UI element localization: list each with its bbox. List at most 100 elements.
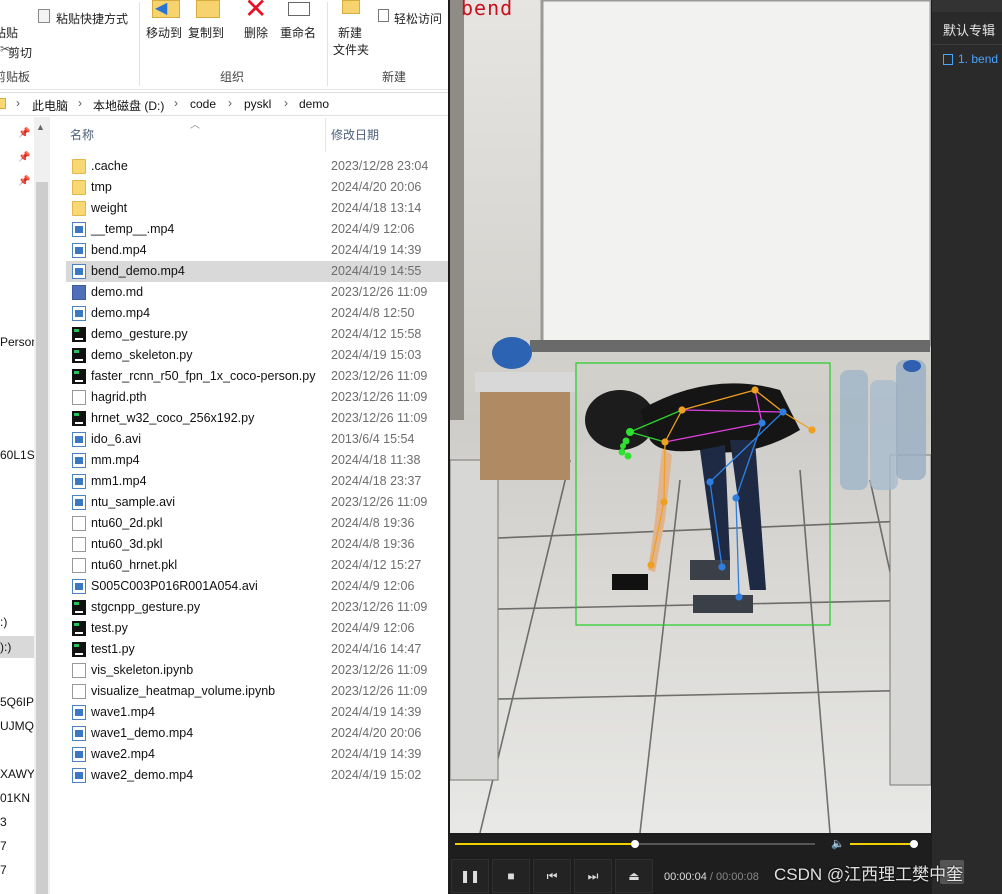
- seek-bar[interactable]: [455, 840, 815, 848]
- video-file-icon: [72, 768, 86, 783]
- generic-file-icon: [72, 390, 86, 405]
- paste-shortcut-button[interactable]: 粘贴快捷方式: [56, 10, 128, 27]
- playlist-tabs-strip[interactable]: [932, 0, 1002, 12]
- file-row[interactable]: ntu60_hrnet.pkl 2024/4/12 15:27: [66, 555, 448, 576]
- file-modified-date: 2024/4/18 11:38: [331, 453, 421, 467]
- file-row[interactable]: ido_6.avi 2013/6/4 15:54: [66, 429, 448, 450]
- file-row[interactable]: __temp__.mp4 2024/4/9 12:06: [66, 219, 448, 240]
- nav-scrollbar-thumb[interactable]: [36, 182, 48, 894]
- nav-item[interactable]: Person: [0, 335, 38, 349]
- file-row[interactable]: wave1_demo.mp4 2024/4/20 20:06: [66, 723, 448, 744]
- file-name: demo_gesture.py: [91, 327, 188, 341]
- file-row[interactable]: wave1.mp4 2024/4/19 14:39: [66, 702, 448, 723]
- nav-item[interactable]: 5Q6IP: [0, 695, 34, 709]
- file-row[interactable]: demo_skeleton.py 2024/4/19 15:03: [66, 345, 448, 366]
- next-button[interactable]: ⏭: [574, 859, 612, 893]
- file-row[interactable]: tmp 2024/4/20 20:06: [66, 177, 448, 198]
- clipboard-group-label: 剪贴板: [0, 70, 31, 84]
- video-file-icon: [943, 54, 953, 65]
- nav-item[interactable]: 60L1S: [0, 448, 35, 462]
- file-name: demo_skeleton.py: [91, 348, 193, 362]
- playlist-item-label: 1. bend: [958, 52, 999, 66]
- nav-item[interactable]: XAWY: [0, 767, 35, 781]
- file-row[interactable]: ntu60_3d.pkl 2024/4/8 19:36: [66, 534, 448, 555]
- file-row[interactable]: ntu_sample.avi 2023/12/26 11:09: [66, 492, 448, 513]
- file-row[interactable]: wave2.mp4 2024/4/19 14:39: [66, 744, 448, 765]
- nav-item[interactable]: 01KN: [0, 791, 30, 805]
- breadcrumb-item[interactable]: 本地磁盘 (D:): [93, 97, 164, 114]
- volume-icon[interactable]: 🔈: [831, 837, 845, 850]
- seek-bar-handle[interactable]: [631, 840, 639, 848]
- ribbon-separator: [327, 2, 328, 86]
- paste-button[interactable]: 粘贴: [0, 24, 18, 41]
- playlist-title[interactable]: 默认专辑: [943, 20, 995, 39]
- file-name: hrnet_w32_coco_256x192.py: [91, 411, 255, 425]
- copy-to-button[interactable]: 复制到: [188, 24, 224, 41]
- file-name: .cache: [91, 159, 128, 173]
- address-bar[interactable]: › 此电脑 › 本地磁盘 (D:) › code › pyskl › demo: [0, 92, 448, 116]
- column-separator[interactable]: [325, 118, 326, 152]
- stop-button[interactable]: ■: [492, 859, 530, 893]
- generic-file-icon: [72, 516, 86, 531]
- file-row[interactable]: bend.mp4 2024/4/19 14:39: [66, 240, 448, 261]
- pause-button[interactable]: ❚❚: [451, 859, 489, 893]
- previous-button[interactable]: ⏮: [533, 859, 571, 893]
- breadcrumb-item[interactable]: 此电脑: [32, 97, 68, 114]
- file-row[interactable]: stgcnpp_gesture.py 2023/12/26 11:09: [66, 597, 448, 618]
- file-row[interactable]: mm.mp4 2024/4/18 11:38: [66, 450, 448, 471]
- new-folder-button[interactable]: 新建: [338, 24, 362, 41]
- file-row[interactable]: demo_gesture.py 2024/4/12 15:58: [66, 324, 448, 345]
- file-row[interactable]: vis_skeleton.ipynb 2023/12/26 11:09: [66, 660, 448, 681]
- file-row[interactable]: .cache 2023/12/28 23:04: [66, 156, 448, 177]
- file-name: visualize_heatmap_volume.ipynb: [91, 684, 276, 698]
- file-row[interactable]: S005C003P016R001A054.avi 2024/4/9 12:06: [66, 576, 448, 597]
- file-modified-date: 2023/12/26 11:09: [331, 600, 428, 614]
- breadcrumb-item[interactable]: demo: [299, 97, 329, 111]
- file-name: demo.md: [91, 285, 144, 299]
- scroll-up-icon[interactable]: ▲: [36, 122, 45, 132]
- file-row[interactable]: test1.py 2024/4/16 14:47: [66, 639, 448, 660]
- file-row[interactable]: ntu60_2d.pkl 2024/4/8 19:36: [66, 513, 448, 534]
- file-name: ido_6.avi: [91, 432, 142, 446]
- folder-icon: [0, 98, 6, 109]
- file-row[interactable]: bend_demo.mp4 2024/4/19 14:55: [66, 261, 448, 282]
- new-folder-button-line2[interactable]: 文件夹: [333, 41, 369, 58]
- delete-button[interactable]: 删除: [244, 24, 268, 41]
- file-row[interactable]: hagrid.pth 2023/12/26 11:09: [66, 387, 448, 408]
- new-group-label: 新建: [382, 70, 407, 84]
- nav-item[interactable]: UJMQ: [0, 719, 34, 733]
- file-row[interactable]: demo.mp4 2024/4/8 12:50: [66, 303, 448, 324]
- nav-item[interactable]: 7: [0, 839, 7, 853]
- ribbon-separator: [139, 2, 140, 86]
- nav-item[interactable]: :): [0, 615, 7, 629]
- nav-item[interactable]: 7: [0, 863, 7, 877]
- volume-slider-handle[interactable]: [910, 840, 918, 848]
- column-header-name[interactable]: 名称: [70, 126, 94, 143]
- file-name: wave1.mp4: [91, 705, 155, 719]
- file-row[interactable]: wave2_demo.mp4 2024/4/19 15:02: [66, 765, 448, 786]
- volume-slider-fill: [850, 843, 914, 845]
- nav-item[interactable]: ):): [0, 640, 11, 654]
- stop-icon: ■: [507, 869, 515, 883]
- video-frame[interactable]: bend: [450, 0, 931, 833]
- cut-button[interactable]: 剪切: [8, 44, 32, 61]
- file-name: test1.py: [91, 642, 135, 656]
- nav-item[interactable]: 3: [0, 815, 7, 829]
- move-to-button[interactable]: 移动到: [146, 24, 182, 41]
- file-row[interactable]: visualize_heatmap_volume.ipynb 2023/12/26…: [66, 681, 448, 702]
- breadcrumb-item[interactable]: code: [190, 97, 216, 111]
- volume-slider[interactable]: [850, 840, 918, 848]
- column-header-date[interactable]: 修改日期: [331, 126, 379, 143]
- playlist-item[interactable]: 1. bend: [943, 52, 998, 66]
- pycharm-file-icon: [72, 327, 86, 342]
- file-row[interactable]: mm1.mp4 2024/4/18 23:37: [66, 471, 448, 492]
- easy-access-button[interactable]: 轻松访问: [394, 10, 442, 27]
- file-row[interactable]: weight 2024/4/18 13:14: [66, 198, 448, 219]
- rename-button[interactable]: 重命名: [280, 24, 316, 41]
- file-row[interactable]: faster_rcnn_r50_fpn_1x_coco-person.py 202…: [66, 366, 448, 387]
- file-row[interactable]: hrnet_w32_coco_256x192.py 2023/12/26 11:0…: [66, 408, 448, 429]
- file-row[interactable]: demo.md 2023/12/26 11:09: [66, 282, 448, 303]
- breadcrumb-item[interactable]: pyskl: [244, 97, 271, 111]
- eject-button[interactable]: ⏏: [615, 859, 653, 893]
- file-row[interactable]: test.py 2024/4/9 12:06: [66, 618, 448, 639]
